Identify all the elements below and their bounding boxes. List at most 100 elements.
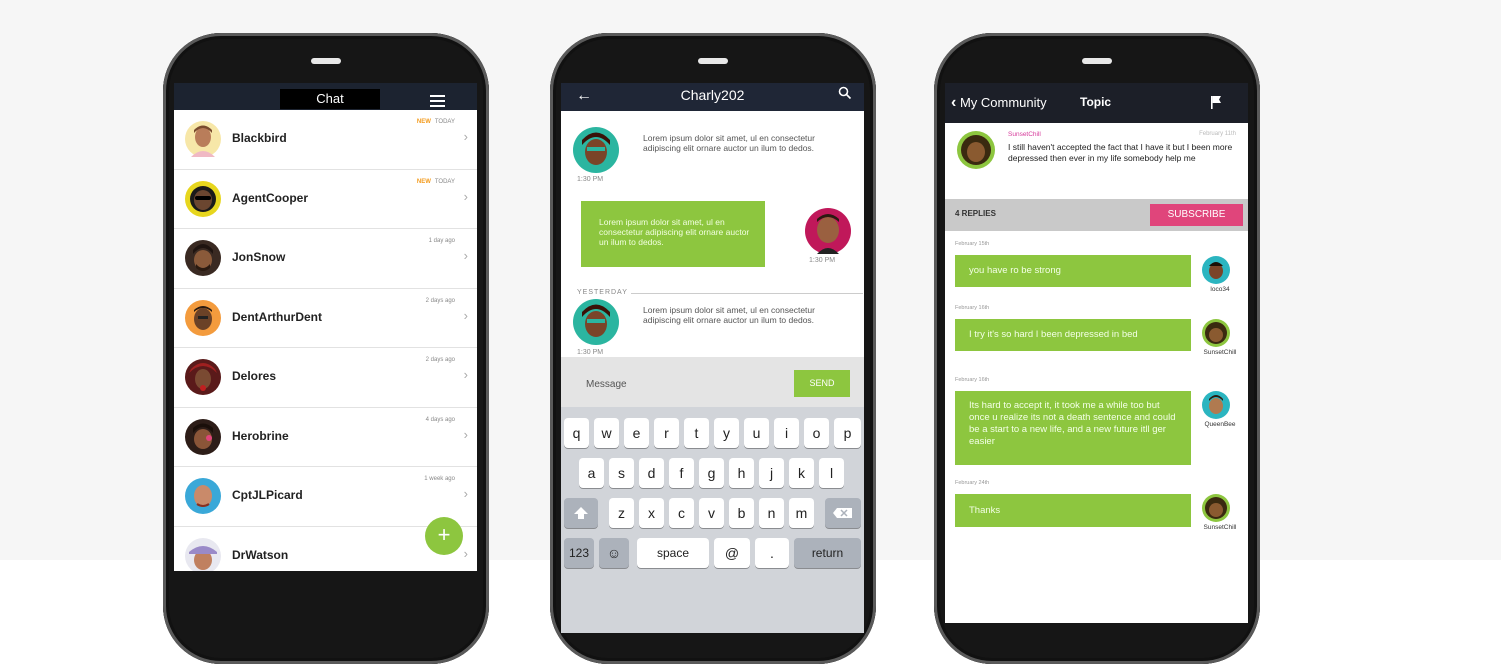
reply-username[interactable]: QueenBee xyxy=(1195,421,1245,428)
sent-message-bubble: Lorem ipsum dolor sit amet, ul en consec… xyxy=(581,201,765,267)
replies-bar: 4 REPLIES SUBSCRIBE xyxy=(945,199,1248,231)
chevron-right-icon: › xyxy=(463,545,468,561)
phone-chat-list: Chat Blackbird NEW TODAY › AgentCooper NE… xyxy=(163,33,489,664)
key-e[interactable]: e xyxy=(624,418,649,448)
chevron-right-icon: › xyxy=(463,307,468,323)
key-b[interactable]: b xyxy=(729,498,754,528)
key-w[interactable]: w xyxy=(594,418,619,448)
page-title: Chat xyxy=(280,89,380,109)
avatar xyxy=(805,208,851,254)
key-o[interactable]: o xyxy=(804,418,829,448)
reply-bubble: Thanks xyxy=(955,494,1191,527)
avatar xyxy=(1202,256,1230,284)
contact-time: 1 day ago xyxy=(429,238,455,244)
avatar xyxy=(573,127,619,173)
key-j[interactable]: j xyxy=(759,458,784,488)
search-icon[interactable] xyxy=(838,86,852,100)
reply-date: February 24th xyxy=(955,480,990,486)
key-v[interactable]: v xyxy=(699,498,724,528)
avatar xyxy=(1202,319,1230,347)
key-r[interactable]: r xyxy=(654,418,679,448)
key-d[interactable]: d xyxy=(639,458,664,488)
emoji-key-icon[interactable]: ☺ xyxy=(599,538,629,568)
reply-username[interactable]: loco34 xyxy=(1195,286,1245,293)
avatar xyxy=(185,240,221,276)
contact-name: Herobrine xyxy=(232,428,289,443)
message-text: Lorem ipsum dolor sit amet, ul en consec… xyxy=(643,305,815,325)
message-text: Lorem ipsum dolor sit amet, ul en consec… xyxy=(599,217,750,247)
key-c[interactable]: c xyxy=(669,498,694,528)
chevron-right-icon: › xyxy=(463,129,468,144)
key-n[interactable]: n xyxy=(759,498,784,528)
numbers-key[interactable]: 123 xyxy=(564,538,594,568)
contact-name: Delores xyxy=(232,369,277,383)
return-key[interactable]: return xyxy=(794,538,861,568)
chevron-right-icon: › xyxy=(463,367,468,382)
key-m[interactable]: m xyxy=(789,498,814,528)
key-k[interactable]: k xyxy=(789,458,814,488)
send-button[interactable]: SEND xyxy=(794,370,850,397)
backspace-key-icon[interactable] xyxy=(825,498,861,528)
space-key[interactable]: space xyxy=(637,538,709,568)
contact-name: AgentCooper xyxy=(232,190,308,205)
key-s[interactable]: s xyxy=(609,458,634,488)
hamburger-menu-icon[interactable] xyxy=(430,95,445,110)
contact-row-delores[interactable]: Delores 2 days ago › xyxy=(174,348,477,408)
key-q[interactable]: q xyxy=(564,418,589,448)
key-a[interactable]: a xyxy=(579,458,604,488)
avatar xyxy=(185,418,221,455)
keyboard: q w e r t y u i o p a s d f g h j k l z … xyxy=(561,407,864,633)
contact-time: NEW TODAY xyxy=(417,119,455,125)
key-y[interactable]: y xyxy=(714,418,739,448)
add-chat-button[interactable]: + xyxy=(425,517,463,555)
chat-header: Chat xyxy=(174,83,477,110)
chevron-right-icon: › xyxy=(463,248,468,263)
key-t[interactable]: t xyxy=(684,418,709,448)
shift-key-icon[interactable] xyxy=(564,498,598,528)
key-x[interactable]: x xyxy=(639,498,664,528)
time-label: 1 day ago xyxy=(428,238,455,244)
contact-row-blackbird[interactable]: Blackbird NEW TODAY › xyxy=(174,110,477,170)
message-list: Lorem ipsum dolor sit amet, ul en consec… xyxy=(561,111,864,357)
topic-header: ‹ My Community Topic xyxy=(945,83,1248,123)
contact-name: JonSnow xyxy=(232,250,286,264)
at-key[interactable]: @ xyxy=(714,538,750,568)
reply-username[interactable]: SunsetChill xyxy=(1195,349,1245,356)
key-g[interactable]: g xyxy=(699,458,724,488)
key-h[interactable]: h xyxy=(729,458,754,488)
avatar xyxy=(185,180,221,217)
post-date: February 11th xyxy=(1199,131,1236,137)
contact-row-jonsnow[interactable]: JonSnow 1 day ago › xyxy=(174,229,477,289)
key-p[interactable]: p xyxy=(834,418,861,448)
key-f[interactable]: f xyxy=(669,458,694,488)
back-button[interactable]: ‹ My Community xyxy=(951,94,1047,112)
post-text: I still haven't accepted the fact that I… xyxy=(1008,142,1233,163)
subscribe-button[interactable]: SUBSCRIBE xyxy=(1150,204,1243,226)
key-z[interactable]: z xyxy=(609,498,634,528)
key-u[interactable]: u xyxy=(744,418,769,448)
dot-key[interactable]: . xyxy=(755,538,789,568)
time-label: 2 days ago xyxy=(425,357,455,363)
message-time: 1:30 PM xyxy=(577,176,604,183)
chat-list-screen: Chat Blackbird NEW TODAY › AgentCooper NE… xyxy=(174,83,477,571)
avatar xyxy=(957,131,995,169)
post-author[interactable]: SunsetChill xyxy=(1008,131,1041,138)
back-label: My Community xyxy=(959,95,1047,110)
contact-row-agentcooper[interactable]: AgentCooper NEW TODAY › xyxy=(174,169,477,229)
message-input[interactable]: Message xyxy=(586,379,627,390)
reply-bubble: you have ro be strong xyxy=(955,255,1191,287)
message-time: 1:30 PM xyxy=(577,349,604,356)
contact-row-cptjlpicard[interactable]: CptJLPicard 1 week ago › xyxy=(174,467,477,527)
key-i[interactable]: i xyxy=(774,418,799,448)
reply-username[interactable]: SunsetChill xyxy=(1195,524,1245,531)
conversation-screen: ← Charly202 Lorem ipsum dolor sit amet, … xyxy=(561,83,864,633)
key-l[interactable]: l xyxy=(819,458,844,488)
avatar xyxy=(1202,494,1230,522)
time-label: TODAY xyxy=(434,178,455,185)
replies-count: 4 REPLIES xyxy=(955,209,996,218)
contact-row-dentarthurdent[interactable]: DentArthurDent 2 days ago › xyxy=(174,288,477,348)
contact-time: 4 days ago xyxy=(426,417,455,423)
flag-icon[interactable] xyxy=(1210,95,1222,109)
avatar xyxy=(573,299,619,345)
contact-row-herobrine[interactable]: Herobrine 4 days ago › xyxy=(174,407,477,467)
